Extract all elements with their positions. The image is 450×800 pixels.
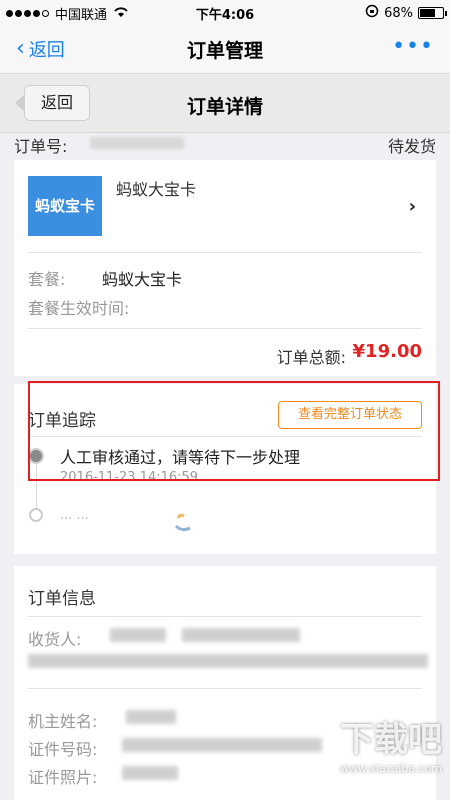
total-value: ¥19.00	[352, 341, 422, 362]
rotation-lock-icon	[365, 4, 379, 22]
sub-header: 返回 订单详情	[0, 75, 450, 133]
divider	[28, 688, 422, 689]
redacted-text	[28, 654, 428, 668]
nav-bar: ‹ 返回 订单管理 •••	[0, 24, 450, 74]
tracking-title: 订单追踪	[28, 411, 96, 431]
id-photo-label: 证件照片:	[28, 768, 98, 787]
battery-icon	[418, 7, 447, 19]
tracking-event-more: ... ...	[60, 508, 89, 523]
consignee-label: 收货人:	[28, 630, 82, 649]
watermark-url: www.xiazaiba.com	[339, 762, 442, 775]
divider	[28, 616, 422, 617]
divider	[28, 252, 422, 253]
battery-percent: 68%	[384, 5, 413, 21]
timeline-dot-active	[28, 448, 44, 464]
package-value: 蚂蚁大宝卡	[102, 270, 183, 289]
watermark-logo: 下载吧 www.xiazaiba.com	[302, 718, 442, 794]
order-status: 待发货	[387, 137, 436, 156]
product-name: 蚂蚁大宝卡	[116, 180, 197, 199]
order-number-label: 订单号:	[14, 137, 68, 156]
redacted-text	[122, 738, 322, 752]
nav-title: 订单管理	[186, 40, 263, 62]
loading-spinner-icon	[174, 512, 196, 532]
tracking-event-time: 2016-11-23 14:16:59	[60, 470, 199, 485]
tracking-card: 订单追踪 查看完整订单状态 人工审核通过，请等待下一步处理 2016-11-23…	[14, 384, 436, 554]
total-label: 订单总额:	[276, 348, 346, 367]
redacted-text	[126, 710, 176, 724]
more-dots-icon[interactable]: •••	[392, 34, 434, 59]
redacted-text	[182, 628, 300, 642]
product-card: 蚂蚁宝卡 蚂蚁大宝卡 › 套餐: 蚂蚁大宝卡 套餐生效时间: 订单总额: ¥19…	[14, 160, 436, 376]
order-number-row: 订单号: 待发货	[0, 133, 450, 156]
page-title: 订单详情	[186, 96, 263, 118]
order-number-redacted	[90, 137, 184, 149]
package-label: 套餐:	[28, 270, 66, 289]
order-info-title: 订单信息	[28, 589, 96, 609]
chevron-right-icon: ›	[408, 196, 416, 217]
timeline-dot	[29, 508, 43, 522]
tracking-event-text: 人工审核通过，请等待下一步处理	[60, 448, 301, 467]
effective-time-label: 套餐生效时间:	[28, 299, 130, 318]
redacted-text	[110, 628, 166, 642]
full-status-button[interactable]: 查看完整订单状态	[278, 401, 422, 429]
product-logo: 蚂蚁宝卡	[28, 176, 102, 236]
divider	[28, 436, 422, 437]
status-bar: 中国联通 下午4:06 68%	[0, 0, 450, 24]
redacted-text	[122, 766, 178, 780]
id-number-label: 证件号码:	[28, 740, 98, 759]
watermark-text: 下载吧	[340, 720, 442, 760]
divider	[28, 328, 422, 329]
owner-name-label: 机主姓名:	[28, 712, 98, 731]
